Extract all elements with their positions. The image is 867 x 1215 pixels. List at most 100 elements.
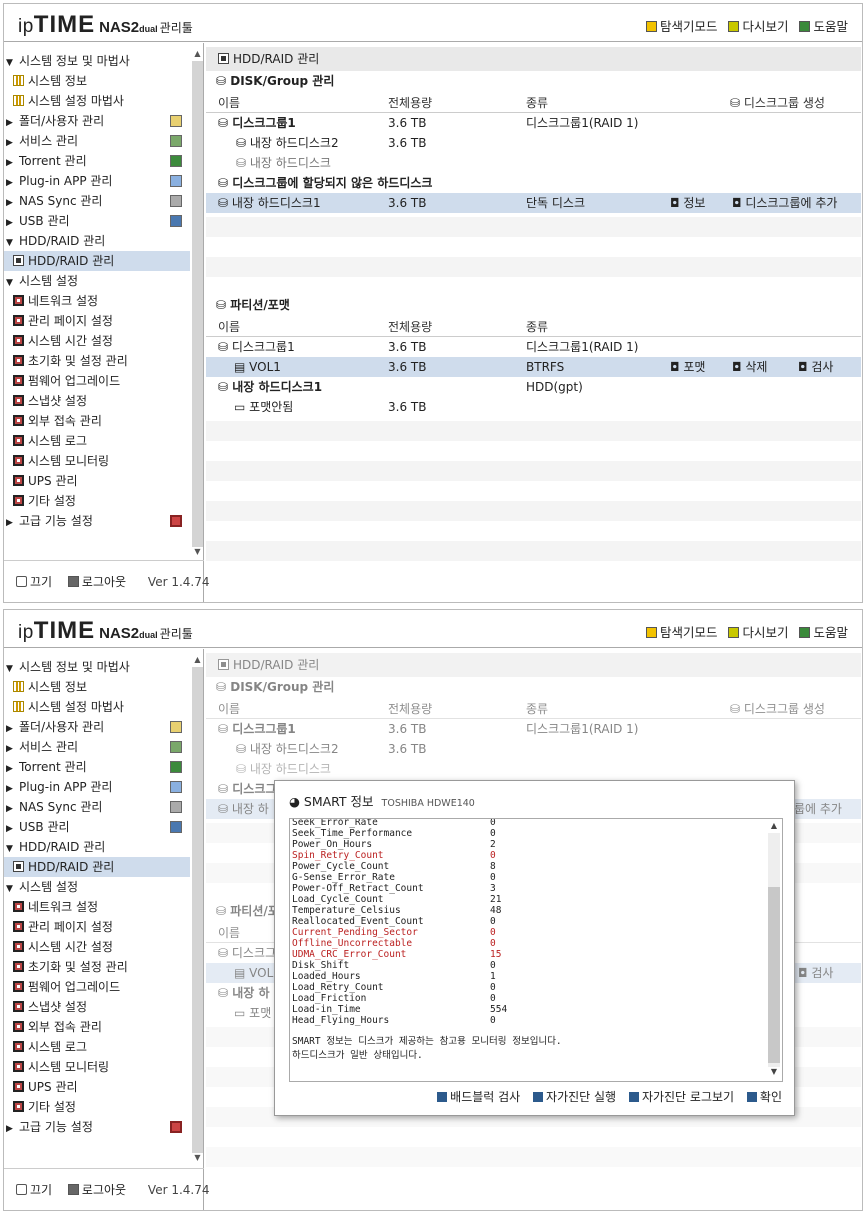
nav-adminpage[interactable]: 관리 페이지 설정 [4, 311, 190, 331]
nav-syssettings-group[interactable]: ▼ 시스템 설정 [4, 271, 190, 291]
nav-network[interactable]: 네트워크 설정 [4, 291, 190, 311]
nav-wizard[interactable]: 시스템 설정 마법사 [4, 91, 190, 111]
nav-reset[interactable]: 초기화 및 설정 관리 [4, 957, 190, 977]
sidebar-scrollbar[interactable]: ▲ ▼ [192, 49, 203, 559]
nav-folder-user[interactable]: ▶ 폴더/사용자 관리 [4, 111, 190, 131]
nav-firmware[interactable]: 펌웨어 업그레이드 [4, 371, 190, 391]
scroll-up-arrow-icon[interactable]: ▲ [192, 655, 203, 667]
nav-snapshot[interactable]: 스냅샷 설정 [4, 391, 190, 411]
logout-button[interactable]: 로그아웃 [67, 575, 132, 589]
expanded-triangle-icon: ▼ [6, 664, 13, 674]
logout-button[interactable]: 로그아웃 [67, 1183, 132, 1197]
nav-torrent[interactable]: ▶ Torrent 관리 [4, 151, 190, 171]
nav-hddraid-group[interactable]: ▼ HDD/RAID 관리 [4, 837, 190, 857]
nav-firmware[interactable]: 펌웨어 업그레이드 [4, 977, 190, 997]
nav-sysinfo[interactable]: 시스템 정보 [4, 71, 190, 91]
nav-hddraid[interactable]: HDD/RAID 관리 [4, 857, 190, 877]
settings-grid-icon [13, 921, 24, 932]
nav-ups[interactable]: UPS 관리 [4, 471, 190, 491]
nav-external[interactable]: 외부 접속 관리 [4, 1017, 190, 1037]
nav-advanced[interactable]: ▶ 고급 기능 설정 [4, 511, 190, 531]
table-row-int-disk[interactable]: ⛁ 내장 하드디스크 [206, 759, 861, 779]
nav-plugin[interactable]: ▶ Plug-in APP 관리 [4, 171, 190, 191]
nav-syssettings-group[interactable]: ▼ 시스템 설정 [4, 877, 190, 897]
collapsed-triangle-icon: ▶ [6, 1124, 13, 1134]
nav-nassync[interactable]: ▶ NAS Sync 관리 [4, 191, 190, 211]
app-header: ipTIME NAS2dual 관리툴 탐색기모드 다시보기 도움말 [4, 4, 862, 42]
table-row-unformatted[interactable]: ▭ 포맷안됨 3.6 TB [206, 397, 861, 417]
settings-grid-icon [13, 495, 24, 506]
nav-sysinfo-group[interactable]: ▼ 시스템 정보 및 마법사 [4, 51, 190, 71]
power-off-button[interactable]: 끄기 [16, 1183, 58, 1197]
add-to-group-button[interactable]: ◘ 디스크그룹에 추가 [732, 193, 837, 213]
table-row-int-disk2[interactable]: ⛁ 내장 하드디스크2 3.6 TB [206, 133, 861, 153]
explorer-mode-link[interactable]: 탐색기모드 [645, 625, 718, 640]
help-link[interactable]: 도움말 [799, 19, 848, 34]
dialog-scrollbar[interactable]: ▲ ▼ [768, 821, 780, 1079]
nav-wizard[interactable]: 시스템 설정 마법사 [4, 697, 190, 717]
scroll-thumb[interactable] [768, 887, 780, 1063]
table-row-p-group1[interactable]: ⛁ 디스크그룹1 3.6 TB 디스크그룹1(RAID 1) [206, 337, 861, 357]
table-row-vol1[interactable]: ▤ VOL1 3.6 TB BTRFS ◘ 포맷 ◘ 삭제 ◘ 검사 [206, 357, 861, 377]
sidebar-scrollbar[interactable]: ▲ ▼ [192, 655, 203, 1165]
nav-systime[interactable]: 시스템 시간 설정 [4, 937, 190, 957]
expanded-triangle-icon: ▼ [6, 238, 13, 248]
nav-usb[interactable]: ▶ USB 관리 [4, 817, 190, 837]
info-button[interactable]: ◘ 정보 [670, 193, 705, 213]
scroll-down-arrow-icon[interactable]: ▼ [192, 547, 203, 559]
table-row-int-disk1[interactable]: ⛁ 내장 하드디스크1 3.6 TB 단독 디스크 ◘ 정보 ◘ 디스크그룹에 … [206, 193, 861, 213]
table-row-p-disk1[interactable]: ⛁ 내장 하드디스크1 HDD(gpt) [206, 377, 861, 397]
scroll-up-arrow-icon[interactable]: ▲ [192, 49, 203, 61]
nav-nassync[interactable]: ▶ NAS Sync 관리 [4, 797, 190, 817]
create-group-button[interactable]: ⛁ 디스크그룹 생성 [730, 93, 825, 113]
check-button[interactable]: ◘ 검사 [798, 357, 833, 377]
create-group-button[interactable]: ⛁ 디스크그룹 생성 [730, 699, 825, 719]
nav-advanced[interactable]: ▶ 고급 기능 설정 [4, 1117, 190, 1137]
nav-hddraid-group[interactable]: ▼ HDD/RAID 관리 [4, 231, 190, 251]
explorer-mode-link[interactable]: 탐색기모드 [645, 19, 718, 34]
ok-button[interactable]: 확인 [746, 1090, 782, 1104]
nav-service[interactable]: ▶ 서비스 관리 [4, 131, 190, 151]
refresh-link[interactable]: 다시보기 [728, 19, 789, 34]
nav-service[interactable]: ▶ 서비스 관리 [4, 737, 190, 757]
smart-attribute-value: 0 [490, 916, 496, 927]
format-button[interactable]: ◘ 포맷 [670, 357, 705, 377]
nav-folder-user[interactable]: ▶ 폴더/사용자 관리 [4, 717, 190, 737]
nav-monitoring[interactable]: 시스템 모니터링 [4, 1057, 190, 1077]
power-off-button[interactable]: 끄기 [16, 575, 58, 589]
volume-icon: ▤ [234, 360, 250, 374]
table-row-int-disk2[interactable]: ⛁ 내장 하드디스크2 3.6 TB [206, 739, 861, 759]
nav-plugin[interactable]: ▶ Plug-in APP 관리 [4, 777, 190, 797]
table-row-int-disk[interactable]: ⛁ 내장 하드디스크 [206, 153, 861, 173]
smart-info-text-area[interactable]: Seek_Error_Rate 0 Seek_Time_Performance 0 Po… [289, 818, 783, 1082]
nav-network[interactable]: 네트워크 설정 [4, 897, 190, 917]
nav-sysinfo[interactable]: 시스템 정보 [4, 677, 190, 697]
nav-monitoring[interactable]: 시스템 모니터링 [4, 451, 190, 471]
nav-syslog[interactable]: 시스템 로그 [4, 431, 190, 451]
refresh-link[interactable]: 다시보기 [728, 625, 789, 640]
badblock-check-button[interactable]: 배드블럭 검사 [437, 1090, 520, 1104]
help-link[interactable]: 도움말 [799, 625, 848, 640]
nav-adminpage[interactable]: 관리 페이지 설정 [4, 917, 190, 937]
table-row-group1[interactable]: ⛁ 디스크그룹1 3.6 TB 디스크그룹1(RAID 1) [206, 719, 861, 739]
check-button[interactable]: ◘ 검사 [798, 963, 833, 983]
delete-button[interactable]: ◘ 삭제 [732, 357, 767, 377]
nav-snapshot[interactable]: 스냅샷 설정 [4, 997, 190, 1017]
nav-syslog[interactable]: 시스템 로그 [4, 1037, 190, 1057]
nav-other[interactable]: 기타 설정 [4, 1097, 190, 1117]
self-test-log-button[interactable]: 자가진단 로그보기 [628, 1090, 734, 1104]
nav-torrent[interactable]: ▶ Torrent 관리 [4, 757, 190, 777]
nav-systime[interactable]: 시스템 시간 설정 [4, 331, 190, 351]
nav-usb[interactable]: ▶ USB 관리 [4, 211, 190, 231]
scroll-down-arrow-icon[interactable]: ▼ [768, 1067, 780, 1079]
nav-other[interactable]: 기타 설정 [4, 491, 190, 511]
self-test-run-button[interactable]: 자가진단 실행 [533, 1090, 616, 1104]
nav-hddraid[interactable]: HDD/RAID 관리 [4, 251, 190, 271]
scroll-up-arrow-icon[interactable]: ▲ [768, 821, 780, 833]
nav-sysinfo-group[interactable]: ▼ 시스템 정보 및 마법사 [4, 657, 190, 677]
scroll-down-arrow-icon[interactable]: ▼ [192, 1153, 203, 1165]
nav-ups[interactable]: UPS 관리 [4, 1077, 190, 1097]
nav-external[interactable]: 외부 접속 관리 [4, 411, 190, 431]
nav-reset[interactable]: 초기화 및 설정 관리 [4, 351, 190, 371]
table-row-group1[interactable]: ⛁ 디스크그룹1 3.6 TB 디스크그룹1(RAID 1) [206, 113, 861, 133]
